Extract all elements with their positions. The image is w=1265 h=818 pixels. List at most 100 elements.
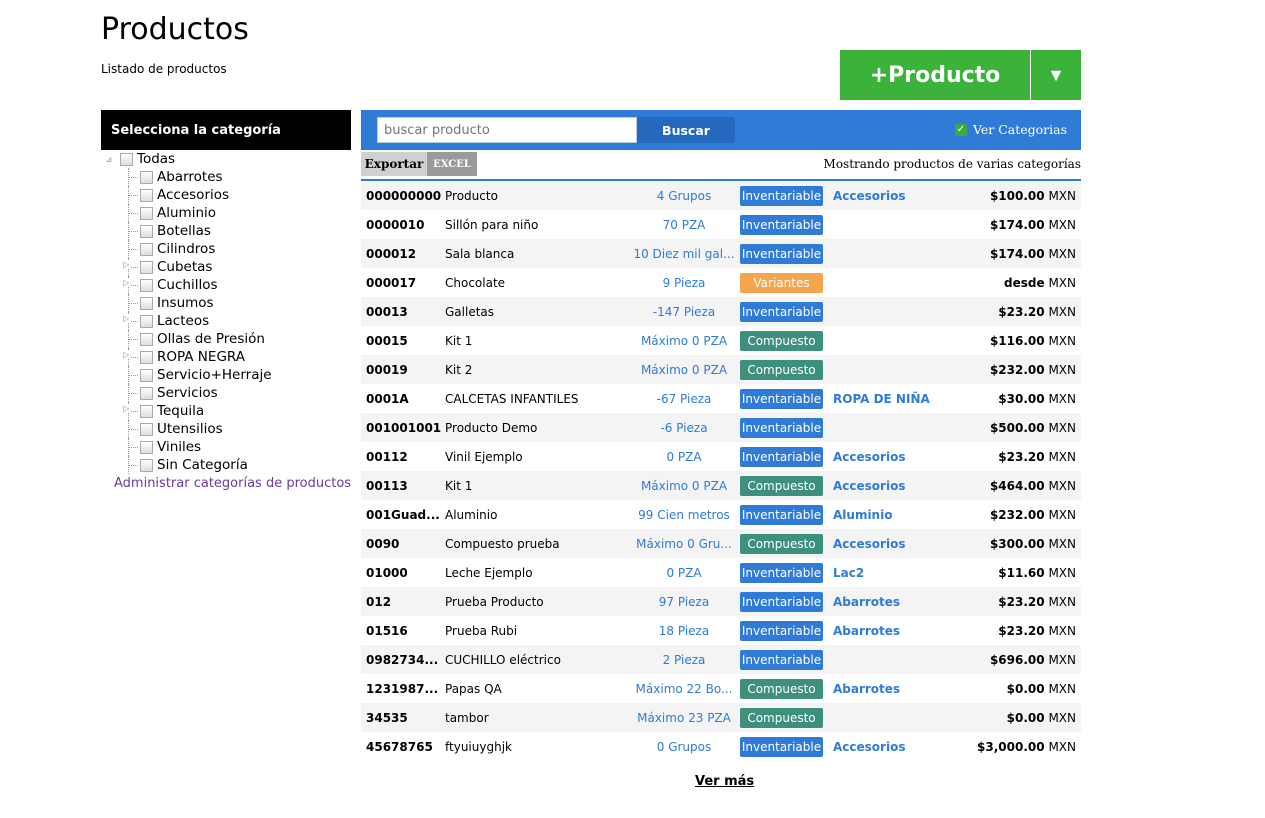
- category-item[interactable]: Aluminio: [104, 204, 354, 222]
- tree-expand-icon[interactable]: ▷: [123, 315, 131, 323]
- category-item[interactable]: ▷ Tequila: [104, 402, 354, 420]
- checkbox-icon[interactable]: [140, 458, 153, 472]
- product-category-link[interactable]: Abarrotes: [833, 682, 953, 696]
- product-stock-link[interactable]: Máximo 0 PZA: [633, 363, 735, 377]
- checkbox-icon[interactable]: [140, 350, 153, 364]
- checkbox-icon[interactable]: [140, 332, 153, 346]
- checkbox-icon[interactable]: [140, 422, 153, 436]
- product-stock-link[interactable]: 0 Grupos: [633, 740, 735, 754]
- table-row[interactable]: 01516 Prueba Rubi 18 Pieza Inventariable Aba…: [361, 616, 1081, 645]
- product-stock-link[interactable]: Máximo 0 Gru...: [633, 537, 735, 551]
- checkmark-icon[interactable]: ✓: [954, 123, 967, 136]
- table-row[interactable]: 001001001 Producto Demo -6 Pieza Inventaria…: [361, 413, 1081, 442]
- product-stock-link[interactable]: 99 Cien metros: [633, 508, 735, 522]
- product-category-link[interactable]: Accesorios: [833, 450, 953, 464]
- product-stock-link[interactable]: Máximo 22 Bo...: [633, 682, 735, 696]
- ver-categorias-toggle[interactable]: ✓ Ver Categorias: [954, 122, 1067, 137]
- checkbox-icon[interactable]: [140, 206, 153, 220]
- category-item[interactable]: Servicios: [104, 384, 354, 402]
- category-item[interactable]: Abarrotes: [104, 168, 354, 186]
- table-row[interactable]: 000017 Chocolate 9 Pieza Variantes desde MXN: [361, 268, 1081, 297]
- table-row[interactable]: 00112 Vinil Ejemplo 0 PZA Inventariable Acce…: [361, 442, 1081, 471]
- tree-expand-icon[interactable]: ▷: [123, 279, 131, 287]
- category-item[interactable]: Insumos: [104, 294, 354, 312]
- product-stock-link[interactable]: 18 Pieza: [633, 624, 735, 638]
- category-item[interactable]: Servicio+Herraje: [104, 366, 354, 384]
- add-product-button[interactable]: +Producto: [840, 50, 1030, 100]
- tree-root[interactable]: ⊿ Todas: [104, 150, 354, 168]
- category-item[interactable]: ▷ Cuchillos: [104, 276, 354, 294]
- product-stock-link[interactable]: 4 Grupos: [633, 189, 735, 203]
- tree-expand-icon[interactable]: ▷: [123, 405, 131, 413]
- search-button[interactable]: Buscar: [637, 117, 735, 143]
- tree-expand-icon[interactable]: ▷: [123, 351, 131, 359]
- checkbox-icon[interactable]: [140, 278, 153, 292]
- product-stock-link[interactable]: 70 PZA: [633, 218, 735, 232]
- product-stock-link[interactable]: Máximo 23 PZA: [633, 711, 735, 725]
- table-row[interactable]: 1231987... Papas QA Máximo 22 Bo... Compues…: [361, 674, 1081, 703]
- tree-collapse-icon[interactable]: ⊿: [104, 155, 114, 164]
- category-item[interactable]: ▷ ROPA NEGRA: [104, 348, 354, 366]
- table-row[interactable]: 0001A CALCETAS INFANTILES -67 Pieza Inventa…: [361, 384, 1081, 413]
- table-row[interactable]: 01000 Leche Ejemplo 0 PZA Inventariable Lac2…: [361, 558, 1081, 587]
- checkbox-icon[interactable]: [120, 152, 133, 166]
- table-row[interactable]: 001Guad... Aluminio 99 Cien metros Inventar…: [361, 500, 1081, 529]
- product-category-link[interactable]: Accesorios: [833, 740, 953, 754]
- product-stock-link[interactable]: 0 PZA: [633, 566, 735, 580]
- category-item[interactable]: Botellas: [104, 222, 354, 240]
- checkbox-icon[interactable]: [140, 242, 153, 256]
- checkbox-icon[interactable]: [140, 188, 153, 202]
- product-stock-link[interactable]: -147 Pieza: [633, 305, 735, 319]
- product-category-link[interactable]: Abarrotes: [833, 624, 953, 638]
- table-row[interactable]: 00019 Kit 2 Máximo 0 PZA Compuesto $232.00 M…: [361, 355, 1081, 384]
- add-product-dropdown[interactable]: ▼: [1031, 50, 1081, 100]
- table-row[interactable]: 00013 Galletas -147 Pieza Inventariable $23.…: [361, 297, 1081, 326]
- product-stock-link[interactable]: Máximo 0 PZA: [633, 479, 735, 493]
- product-category-link[interactable]: Accesorios: [833, 479, 953, 493]
- category-item[interactable]: ▷ Lacteos: [104, 312, 354, 330]
- export-excel-button[interactable]: EXCEL: [427, 152, 477, 176]
- product-stock-link[interactable]: -67 Pieza: [633, 392, 735, 406]
- checkbox-icon[interactable]: [140, 440, 153, 454]
- ver-mas-link[interactable]: Ver más: [695, 774, 754, 789]
- table-row[interactable]: 00015 Kit 1 Máximo 0 PZA Compuesto $116.00 M…: [361, 326, 1081, 355]
- checkbox-icon[interactable]: [140, 368, 153, 382]
- category-item[interactable]: ▷ Cubetas: [104, 258, 354, 276]
- checkbox-icon[interactable]: [140, 386, 153, 400]
- table-row[interactable]: 000012 Sala blanca 10 Diez mil gal... Inven…: [361, 239, 1081, 268]
- admin-categories-link[interactable]: Administrar categorías de productos: [114, 476, 351, 491]
- checkbox-icon[interactable]: [140, 260, 153, 274]
- checkbox-icon[interactable]: [140, 314, 153, 328]
- product-stock-link[interactable]: 97 Pieza: [633, 595, 735, 609]
- checkbox-icon[interactable]: [140, 296, 153, 310]
- checkbox-icon[interactable]: [140, 170, 153, 184]
- product-stock-link[interactable]: 0 PZA: [633, 450, 735, 464]
- search-input[interactable]: [377, 117, 637, 143]
- product-category-link[interactable]: Accesorios: [833, 537, 953, 551]
- product-category-link[interactable]: Aluminio: [833, 508, 953, 522]
- table-row[interactable]: 0000000001 Producto 4 Grupos Inventariable A…: [361, 181, 1081, 210]
- table-row[interactable]: 012 Prueba Producto 97 Pieza Inventariable A…: [361, 587, 1081, 616]
- product-category-link[interactable]: Abarrotes: [833, 595, 953, 609]
- table-row[interactable]: 34535 tambor Máximo 23 PZA Compuesto $0.00 M…: [361, 703, 1081, 732]
- product-stock-link[interactable]: 9 Pieza: [633, 276, 735, 290]
- category-item[interactable]: Utensilios: [104, 420, 354, 438]
- checkbox-icon[interactable]: [140, 224, 153, 238]
- table-row[interactable]: 45678765 ftyuiuyghjk 0 Grupos Inventariable…: [361, 732, 1081, 761]
- table-row[interactable]: 0982734... CUCHILLO eléctrico 2 Pieza Inven…: [361, 645, 1081, 674]
- table-row[interactable]: 0000010 Sillón para niño 70 PZA Inventariab…: [361, 210, 1081, 239]
- product-stock-link[interactable]: 10 Diez mil gal...: [633, 247, 735, 261]
- table-row[interactable]: 0090 Compuesto prueba Máximo 0 Gru... Compu…: [361, 529, 1081, 558]
- product-stock-link[interactable]: Máximo 0 PZA: [633, 334, 735, 348]
- product-category-link[interactable]: Lac2: [833, 566, 953, 580]
- tree-expand-icon[interactable]: ▷: [123, 261, 131, 269]
- product-category-link[interactable]: ROPA DE NIÑA: [833, 392, 953, 406]
- category-item[interactable]: Viniles: [104, 438, 354, 456]
- checkbox-icon[interactable]: [140, 404, 153, 418]
- category-item[interactable]: Ollas de Presión: [104, 330, 354, 348]
- product-category-link[interactable]: Accesorios: [833, 189, 953, 203]
- category-item[interactable]: Cilindros: [104, 240, 354, 258]
- table-row[interactable]: 00113 Kit 1 Máximo 0 PZA Compuesto Accesorio…: [361, 471, 1081, 500]
- category-item[interactable]: Sin Categoría: [104, 456, 354, 474]
- category-item[interactable]: Accesorios: [104, 186, 354, 204]
